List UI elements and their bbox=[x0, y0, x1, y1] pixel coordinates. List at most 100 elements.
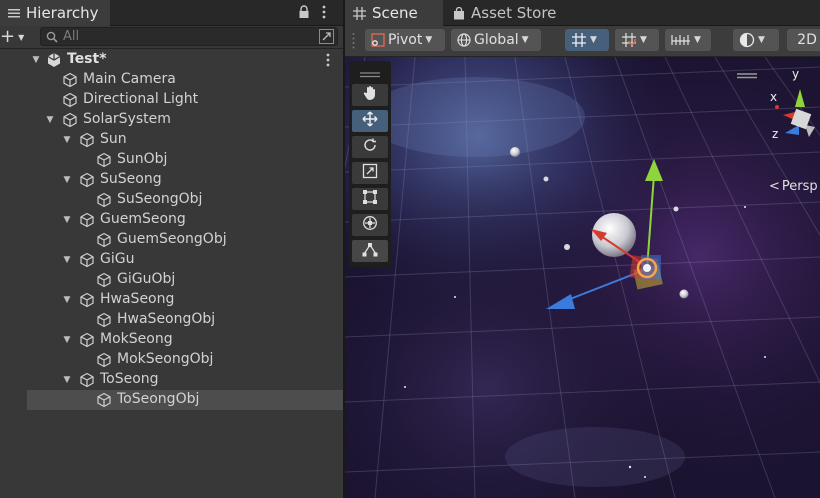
scene-canvas bbox=[345, 57, 820, 498]
search-icon bbox=[46, 31, 58, 43]
global-label: Global bbox=[474, 32, 519, 48]
hand-tool-button[interactable] bbox=[352, 84, 388, 106]
expand-arrow-icon[interactable]: ▼ bbox=[62, 290, 72, 310]
hierarchy-tab-label: Hierarchy bbox=[26, 4, 99, 22]
gizmo-axis-y-label: y bbox=[792, 67, 800, 81]
gameobject-cube-icon bbox=[62, 72, 78, 88]
pivot-dropdown[interactable]: Pivot ▼ bbox=[365, 29, 445, 51]
grid-icon bbox=[353, 6, 366, 20]
hierarchy-search-field[interactable]: All bbox=[40, 27, 338, 46]
hierarchy-item-label: Main Camera bbox=[83, 71, 176, 87]
rotate-tool-button[interactable] bbox=[352, 136, 388, 158]
scene-row[interactable]: ▼ Test* bbox=[0, 50, 343, 70]
scene-tab-label: Scene bbox=[372, 4, 418, 22]
global-dropdown[interactable]: Global ▼ bbox=[451, 29, 541, 51]
hierarchy-row[interactable]: HwaSeongObj bbox=[0, 310, 343, 330]
expand-arrow-icon[interactable]: ▼ bbox=[62, 170, 72, 190]
scene-panel: Scene Asset Store Pivot ▼ Global ▼ ▼ ▼ ▼… bbox=[345, 0, 820, 498]
hierarchy-row[interactable]: SuSeongObj bbox=[0, 190, 343, 210]
custom-editor-tool-icon bbox=[362, 241, 378, 261]
gameobject-cube-icon bbox=[79, 332, 95, 348]
hierarchy-row[interactable]: Main Camera bbox=[0, 70, 343, 90]
tab-scene[interactable]: Scene bbox=[345, 0, 443, 26]
hierarchy-row[interactable]: SunObj bbox=[0, 150, 343, 170]
gameobject-cube-icon bbox=[96, 232, 112, 248]
add-object-button[interactable]: + ▼ bbox=[0, 26, 30, 48]
projection-toggle[interactable]: < Persp bbox=[769, 177, 820, 195]
rotate-icon bbox=[362, 137, 378, 157]
increment-snap-dropdown[interactable]: ▼ bbox=[665, 29, 711, 51]
move-tool-button[interactable] bbox=[352, 110, 388, 132]
hierarchy-item-label: HwaSeongObj bbox=[117, 311, 216, 327]
hierarchy-item-label: SuSeongObj bbox=[117, 191, 203, 207]
chevron-down-icon: ▼ bbox=[521, 35, 529, 45]
snap-increment-dropdown[interactable]: ▼ bbox=[615, 29, 659, 51]
magnet-grid-icon bbox=[621, 32, 637, 48]
kebab-menu-icon[interactable] bbox=[321, 4, 327, 20]
hierarchy-item-label: GiGuObj bbox=[117, 271, 176, 287]
tab-asset-store[interactable]: Asset Store bbox=[445, 0, 565, 26]
chevron-down-icon: ▼ bbox=[694, 35, 701, 45]
unity-scene-icon bbox=[46, 52, 62, 68]
rect-tool-button[interactable] bbox=[352, 188, 388, 210]
toolbar-grip-icon bbox=[352, 32, 355, 50]
hierarchy-row[interactable]: Directional Light bbox=[0, 90, 343, 110]
hierarchy-row[interactable]: GuemSeongObj bbox=[0, 230, 343, 250]
globe-icon bbox=[457, 33, 471, 47]
hierarchy-tabbar: Hierarchy bbox=[0, 0, 343, 26]
scene-menu-icon[interactable] bbox=[325, 52, 331, 68]
transform-tool-button[interactable] bbox=[352, 214, 388, 236]
palette-grip-icon bbox=[360, 66, 380, 78]
scene-viewport[interactable]: y x z < Persp bbox=[345, 57, 820, 498]
expand-arrow-icon[interactable]: ▼ bbox=[62, 370, 72, 390]
rect-transform-icon bbox=[362, 189, 378, 209]
scale-tool-button[interactable] bbox=[352, 162, 388, 184]
gizmo-axis-x-label: x bbox=[770, 90, 778, 104]
expand-arrow-icon[interactable]: ▼ bbox=[62, 330, 72, 350]
hierarchy-panel: Hierarchy + ▼ All ▼ Test* Main Camera Di… bbox=[0, 0, 343, 498]
draw-mode-dropdown[interactable]: ▼ bbox=[733, 29, 779, 51]
list-icon bbox=[8, 7, 20, 19]
hierarchy-row[interactable]: ▼ GuemSeong bbox=[0, 210, 343, 230]
hierarchy-row[interactable]: MokSeongObj bbox=[0, 350, 343, 370]
hierarchy-item-label: Directional Light bbox=[83, 91, 199, 107]
hierarchy-item-label: GuemSeongObj bbox=[117, 231, 227, 247]
transform-icon bbox=[362, 215, 378, 235]
pivot-label: Pivot bbox=[388, 32, 423, 48]
grid-snap-icon bbox=[571, 32, 587, 48]
hierarchy-row[interactable]: GiGuObj bbox=[0, 270, 343, 290]
orientation-gizmo[interactable]: y x z bbox=[765, 67, 820, 167]
hierarchy-item-label: ToSeong bbox=[100, 371, 159, 387]
hierarchy-row[interactable]: ▼ HwaSeong bbox=[0, 290, 343, 310]
gizmo-shape bbox=[775, 89, 815, 137]
hierarchy-row[interactable]: ▼ ToSeong bbox=[0, 370, 343, 390]
mode-2d-toggle[interactable]: 2D bbox=[787, 29, 820, 51]
hierarchy-row[interactable]: ▼ MokSeong bbox=[0, 330, 343, 350]
hierarchy-row[interactable]: ▼ GiGu bbox=[0, 250, 343, 270]
gameobject-cube-icon bbox=[79, 292, 95, 308]
hierarchy-item-label: Sun bbox=[100, 131, 127, 147]
expand-arrow-icon[interactable]: ▼ bbox=[31, 50, 41, 70]
gameobject-cube-icon bbox=[79, 172, 95, 188]
expand-arrow-icon[interactable]: ▼ bbox=[62, 210, 72, 230]
gameobject-cube-icon bbox=[96, 352, 112, 368]
lock-icon[interactable] bbox=[298, 5, 310, 19]
hierarchy-row-selected[interactable]: ToSeongObj bbox=[27, 390, 343, 410]
grid-snap-toggle[interactable]: ▼ bbox=[565, 29, 609, 51]
hierarchy-row[interactable]: ▼ SolarSystem bbox=[0, 110, 343, 130]
mode-2d-label: 2D bbox=[797, 32, 817, 48]
expand-arrow-icon[interactable]: ▼ bbox=[45, 110, 55, 130]
tab-hierarchy[interactable]: Hierarchy bbox=[0, 0, 110, 26]
gameobject-cube-icon bbox=[96, 272, 112, 288]
hierarchy-row[interactable]: ▼ Sun bbox=[0, 130, 343, 150]
gameobject-cube-icon bbox=[96, 152, 112, 168]
expand-arrow-icon[interactable]: ▼ bbox=[62, 250, 72, 270]
expand-arrow-icon[interactable]: ▼ bbox=[62, 130, 72, 150]
search-mode-icon[interactable] bbox=[319, 29, 334, 44]
gameobject-cube-icon bbox=[79, 132, 95, 148]
gameobject-cube-icon bbox=[79, 252, 95, 268]
overlay-menu-grip-icon[interactable] bbox=[737, 67, 757, 79]
custom-tool-button[interactable] bbox=[352, 240, 388, 262]
gameobject-cube-icon bbox=[79, 372, 95, 388]
hierarchy-row[interactable]: ▼ SuSeong bbox=[0, 170, 343, 190]
